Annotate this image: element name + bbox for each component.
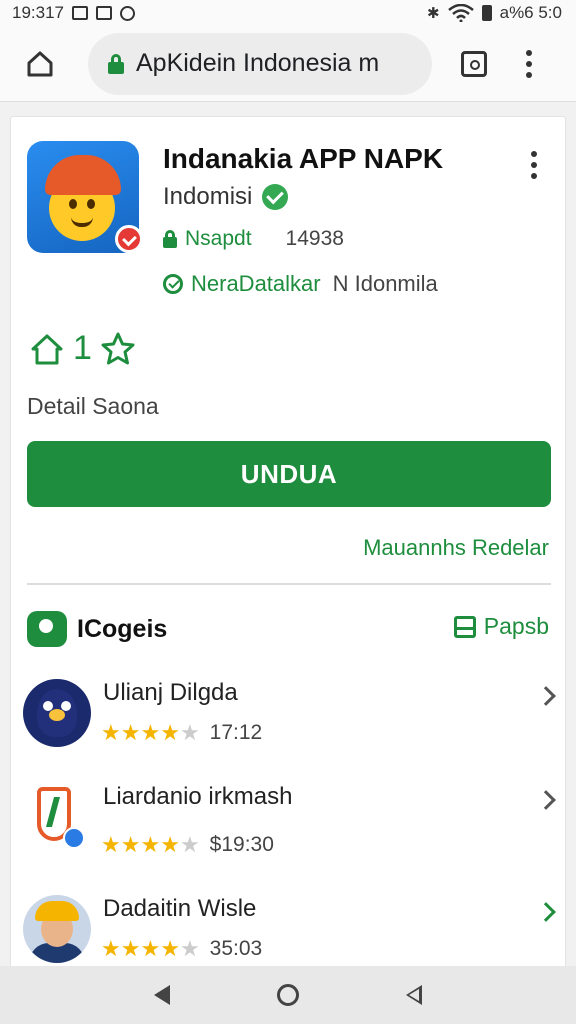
rating-value: 1 <box>73 329 92 367</box>
notification-icon <box>72 6 88 20</box>
verified-icon <box>262 184 289 210</box>
chevron-right-icon <box>536 686 556 706</box>
tabs-icon <box>461 50 487 77</box>
avatar <box>23 679 91 747</box>
list-item-name: Liardanio irkmash <box>103 783 293 810</box>
recents-icon[interactable] <box>406 985 423 1005</box>
star-icon: ★ <box>160 936 180 961</box>
star-icon: ★ <box>120 720 141 745</box>
safety-label: Nsapdt <box>185 227 252 250</box>
url-bar[interactable]: ApKidein Indonesia m <box>88 32 432 95</box>
star-half-icon: ★ <box>179 936 200 961</box>
home-icon <box>27 51 53 76</box>
region-row: NeraDatalkar N Idonmila <box>163 271 438 297</box>
star-icon: ★ <box>101 832 121 857</box>
sync-icon <box>120 5 135 21</box>
section-title: ICogeis <box>77 614 168 643</box>
star-icon: ★ <box>140 720 161 745</box>
url-text: ApKidein Indonesia m <box>136 49 380 77</box>
star-icon: ★ <box>160 832 180 857</box>
bluetooth-icon: ✱ <box>427 5 440 22</box>
chevron-right-icon <box>536 902 556 922</box>
list-item-name: Ulianj Dilgda <box>103 679 238 706</box>
battery-icon <box>481 5 492 21</box>
star-outline-icon <box>101 332 135 364</box>
list-item[interactable]: Liardanio irkmash ★ ★ ★ ★ ★ $19:30 <box>23 783 557 873</box>
section-action[interactable]: Papsb <box>453 613 549 640</box>
star-half-icon: ★ <box>179 720 200 745</box>
rating-stars: ★ ★ ★ ★ ★ 35:03 <box>101 937 262 961</box>
status-right: ✱ a%6 5:0 <box>427 3 562 23</box>
home-button[interactable] <box>20 44 60 84</box>
status-bar: 19:317 ✱ a%6 5:0 <box>0 0 576 26</box>
rating-stars: ★ ★ ★ ★ ★ $19:30 <box>101 833 274 857</box>
lock-icon <box>108 53 124 74</box>
list-item-count: 17:12 <box>209 721 263 744</box>
battery-text: a%6 5:0 <box>499 3 562 22</box>
app-badge-icon <box>115 225 143 253</box>
house-outline-icon <box>31 334 63 364</box>
detail-text: Detail Saona <box>27 393 159 419</box>
star-half-icon: ★ <box>179 832 200 857</box>
section-header: ICogeis <box>27 611 167 647</box>
check-circle-icon <box>163 274 183 294</box>
avatar <box>23 895 91 963</box>
developer-name: Indomisi <box>163 183 253 210</box>
home-nav-icon[interactable] <box>276 984 299 1006</box>
mail-icon <box>96 6 112 20</box>
divider <box>27 583 551 585</box>
status-time: 19:317 <box>12 3 64 22</box>
more-link[interactable]: Mauannhs Redelar <box>363 535 549 561</box>
lock-icon <box>163 230 177 248</box>
wifi-icon <box>447 4 474 22</box>
browser-toolbar: ApKidein Indonesia m <box>0 26 576 102</box>
star-icon: ★ <box>140 832 161 857</box>
avatar <box>23 783 91 851</box>
star-icon: ★ <box>101 720 121 745</box>
region-value: N Idonmila <box>332 271 438 296</box>
safety-row: Nsapdt 14938 <box>163 227 344 251</box>
list-item-name: Dadaitin Wisle <box>103 895 257 922</box>
star-icon: ★ <box>160 720 180 745</box>
rating-row[interactable]: 1 <box>29 329 136 368</box>
install-button[interactable]: UNDUA <box>27 441 551 507</box>
list-item-count: 35:03 <box>209 937 263 960</box>
rating-stars: ★ ★ ★ ★ ★ 17:12 <box>101 721 262 745</box>
app-card: Indanakia APP NAPK Indomisi Nsapdt 14938… <box>10 116 566 976</box>
region-label: NeraDatalkar <box>191 271 321 296</box>
system-nav-bar <box>0 966 576 1024</box>
card-menu-button[interactable] <box>531 151 537 179</box>
list-item-count: $19:30 <box>209 833 274 856</box>
app-title: Indanakia APP NAPK <box>163 143 444 174</box>
chevron-right-icon <box>536 790 556 810</box>
section-icon <box>27 611 67 647</box>
back-icon[interactable] <box>153 985 170 1005</box>
list-item[interactable]: Ulianj Dilgda ★ ★ ★ ★ ★ 17:12 <box>23 679 557 769</box>
star-icon: ★ <box>120 832 141 857</box>
tabs-button[interactable] <box>454 44 494 84</box>
list-icon <box>453 615 476 638</box>
star-icon: ★ <box>120 936 141 961</box>
developer-row[interactable]: Indomisi <box>163 183 289 211</box>
section-action-label: Papsb <box>483 613 549 639</box>
browser-menu-button[interactable] <box>514 44 544 84</box>
safety-count: 14938 <box>285 227 344 250</box>
star-icon: ★ <box>140 936 161 961</box>
star-icon: ★ <box>101 936 121 961</box>
status-left: 19:317 <box>12 3 135 23</box>
